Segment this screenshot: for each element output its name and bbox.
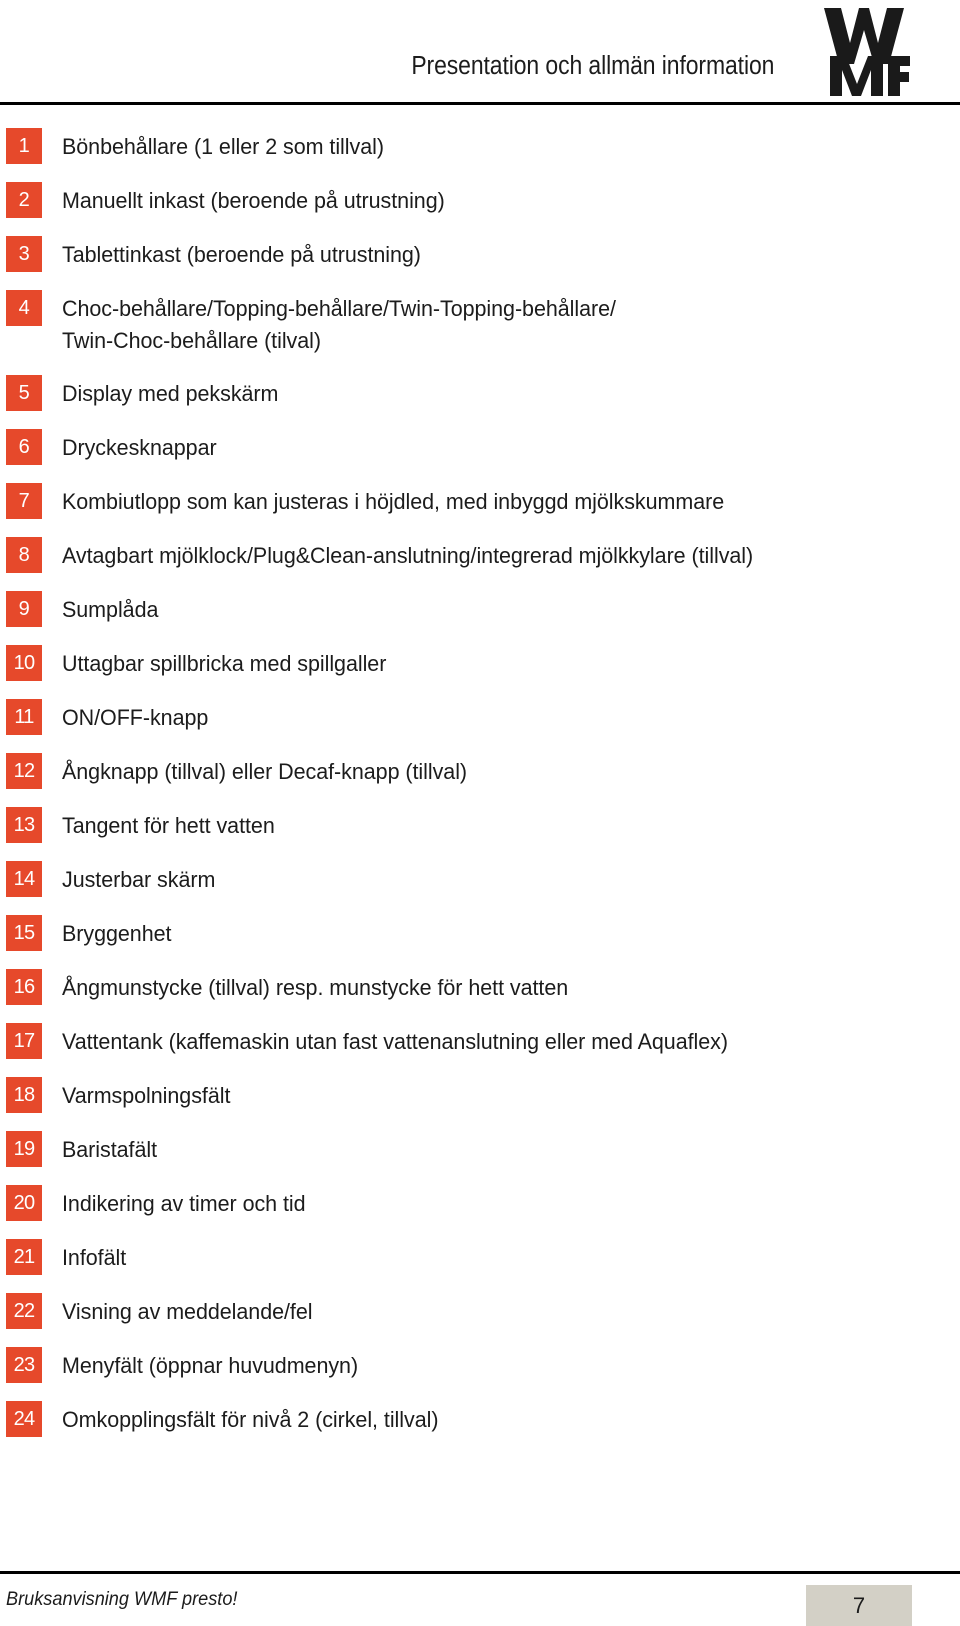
list-item: 24 Omkopplingsfält för nivå 2 (cirkel, ti… [0, 1401, 960, 1437]
item-label: Sumplåda [62, 597, 159, 622]
item-number-badge: 12 [6, 753, 42, 789]
item-label: Baristafält [62, 1137, 158, 1162]
list-item: 7 Kombiutlopp som kan justeras i höjdled,… [0, 483, 960, 519]
list-item: 3 Tablettinkast (beroende på utrustning) [0, 236, 960, 272]
item-label: Menyfält (öppnar huvudmenyn) [62, 1353, 359, 1378]
item-number-badge: 14 [6, 861, 42, 897]
list-item: 10 Uttagbar spillbricka med spillgaller [0, 645, 960, 681]
item-number-badge: 1 [6, 128, 42, 164]
item-number-badge: 10 [6, 645, 42, 681]
item-label: Dryckesknappar [62, 435, 217, 460]
list-item: 11 ON/OFF-knapp [0, 699, 960, 735]
list-item: 20 Indikering av timer och tid [0, 1185, 960, 1221]
item-label: Kombiutlopp som kan justeras i höjdled, … [62, 489, 725, 514]
item-label: Visning av meddelande/fel [62, 1299, 313, 1324]
list-item: 12 Ångknapp (tillval) eller Decaf-knapp (… [0, 753, 960, 789]
component-list: 1 Bönbehållare (1 eller 2 som tillval) 2 Ma… [0, 128, 960, 1455]
list-item: 21 Infofält [0, 1239, 960, 1275]
item-label: Choc-behållare/Topping-behållare/Twin-To… [62, 296, 616, 353]
list-item: 16 Ångmunstycke (tillval) resp. munstycke… [0, 969, 960, 1005]
list-item: 19 Baristafält [0, 1131, 960, 1167]
page-number: 7 [852, 1593, 866, 1618]
item-number-badge: 11 [6, 699, 42, 735]
item-label: Uttagbar spillbricka med spillgaller [62, 651, 387, 676]
item-label: Display med pekskärm [62, 381, 279, 406]
item-number-badge: 23 [6, 1347, 42, 1383]
list-item: 9 Sumplåda [0, 591, 960, 627]
list-item: 8 Avtagbart mjölklock/Plug&Clean-anslutni… [0, 537, 960, 573]
item-label: Tablettinkast (beroende på utrustning) [62, 242, 421, 267]
list-item: 2 Manuellt inkast (beroende på utrustning… [0, 182, 960, 218]
item-number-badge: 19 [6, 1131, 42, 1167]
item-number-badge: 5 [6, 375, 42, 411]
item-label: Avtagbart mjölklock/Plug&Clean-anslutnin… [62, 543, 754, 568]
page-footer: Bruksanvisning WMF presto! 7 [0, 1516, 960, 1626]
item-number-badge: 20 [6, 1185, 42, 1221]
item-label: Ångmunstycke (tillval) resp. munstycke f… [62, 975, 569, 1000]
item-label: Justerbar skärm [62, 867, 216, 892]
list-item: 18 Varmspolningsfält [0, 1077, 960, 1113]
item-number-badge: 9 [6, 591, 42, 627]
list-item: 23 Menyfält (öppnar huvudmenyn) [0, 1347, 960, 1383]
list-item: 17 Vattentank (kaffemaskin utan fast vatt… [0, 1023, 960, 1059]
item-label: Tangent för hett vatten [62, 813, 275, 838]
item-number-badge: 18 [6, 1077, 42, 1113]
item-number-badge: 16 [6, 969, 42, 1005]
item-number-badge: 21 [6, 1239, 42, 1275]
page-title: Presentation och allmän information [411, 52, 774, 80]
item-label: Bryggenhet [62, 921, 172, 946]
list-item: 22 Visning av meddelande/fel [0, 1293, 960, 1329]
item-label: Vattentank (kaffemaskin utan fast vatten… [62, 1029, 728, 1054]
item-number-badge: 6 [6, 429, 42, 465]
list-item: 1 Bönbehållare (1 eller 2 som tillval) [0, 128, 960, 164]
item-number-badge: 17 [6, 1023, 42, 1059]
page-number-box: 7 [806, 1585, 912, 1626]
list-item: 13 Tangent för hett vatten [0, 807, 960, 843]
item-number-badge: 7 [6, 483, 42, 519]
wmf-logo [816, 6, 912, 98]
item-number-badge: 8 [6, 537, 42, 573]
item-number-badge: 22 [6, 1293, 42, 1329]
item-number-badge: 15 [6, 915, 42, 951]
item-number-badge: 13 [6, 807, 42, 843]
list-item: 14 Justerbar skärm [0, 861, 960, 897]
item-label: Varmspolningsfält [62, 1083, 231, 1108]
item-number-badge: 2 [6, 182, 42, 218]
item-number-badge: 24 [6, 1401, 42, 1437]
item-label: Ångknapp (tillval) eller Decaf-knapp (ti… [62, 759, 468, 784]
item-label: ON/OFF-knapp [62, 705, 209, 730]
footer-divider [0, 1571, 960, 1574]
item-number-badge: 4 [6, 290, 42, 326]
header-divider [0, 102, 960, 105]
footer-note: Bruksanvisning WMF presto! [6, 1588, 238, 1610]
page-header: Presentation och allmän information [0, 0, 960, 105]
list-item: 4 Choc-behållare/Topping-behållare/Twin-T… [0, 290, 960, 357]
item-label: Bönbehållare (1 eller 2 som tillval) [62, 134, 384, 159]
item-label: Indikering av timer och tid [62, 1191, 306, 1216]
list-item: 5 Display med pekskärm [0, 375, 960, 411]
list-item: 6 Dryckesknappar [0, 429, 960, 465]
item-number-badge: 3 [6, 236, 42, 272]
item-label: Manuellt inkast (beroende på utrustning) [62, 188, 445, 213]
item-label: Infofält [62, 1245, 127, 1270]
list-item: 15 Bryggenhet [0, 915, 960, 951]
item-label: Omkopplingsfält för nivå 2 (cirkel, till… [62, 1407, 439, 1432]
